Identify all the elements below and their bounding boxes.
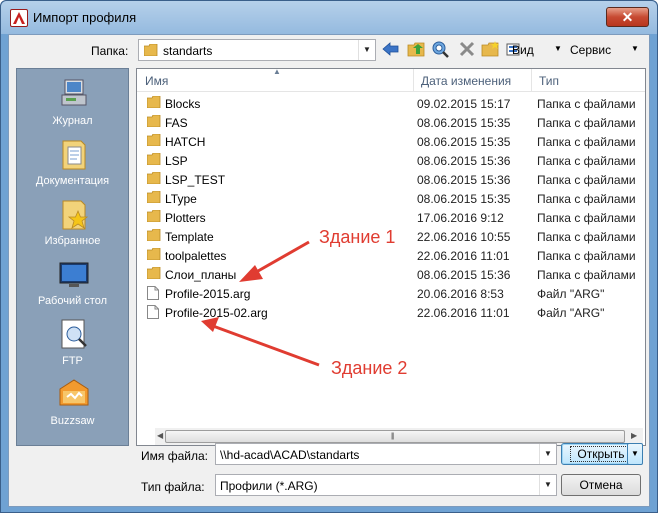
annotation-arrow-1 xyxy=(239,240,310,282)
import-profile-dialog: Импорт профиля ✕ Папка: standarts ▼ Вид … xyxy=(0,0,658,513)
annotation-arrow-2 xyxy=(201,317,320,367)
annotation-arrows xyxy=(201,240,320,367)
